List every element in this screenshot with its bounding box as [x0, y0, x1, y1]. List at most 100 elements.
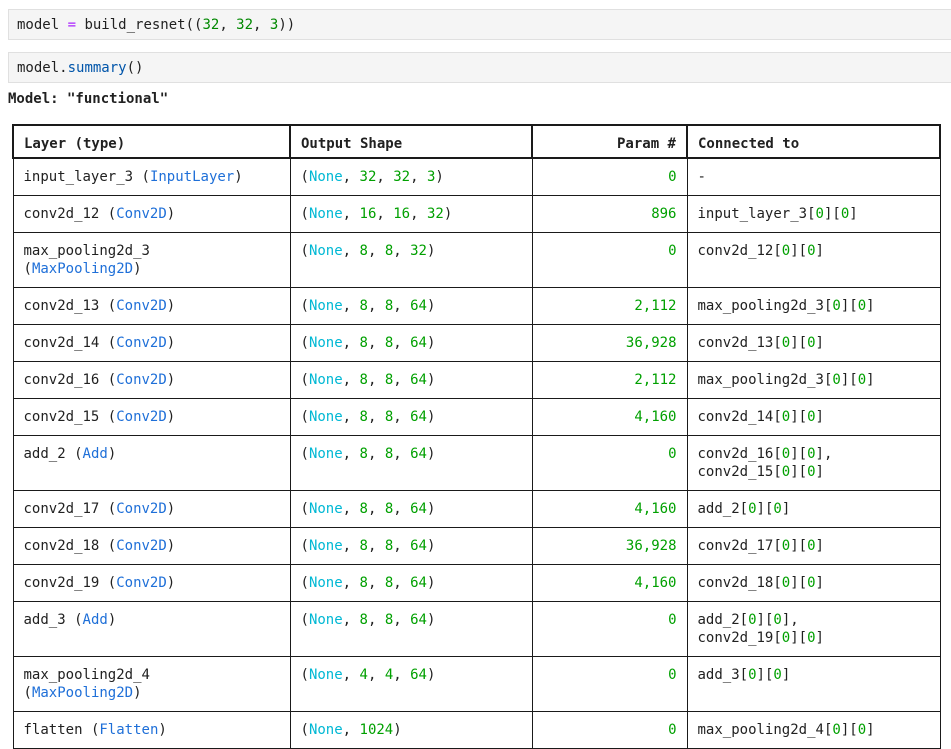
- layer-name: input_layer_3: [23, 169, 134, 185]
- shape-none: None: [308, 446, 343, 462]
- shape-dim: 32: [393, 169, 411, 185]
- layer-class: Add: [82, 612, 108, 628]
- connection-index: 0: [781, 409, 791, 425]
- connected-to-cell: -: [686, 157, 941, 196]
- shape-dim: 8: [384, 538, 394, 554]
- connection-index: 0: [832, 722, 841, 738]
- shape-dim: 32: [426, 206, 444, 222]
- connection-index: 0: [807, 464, 816, 480]
- table-row: add_2 (Add) (None, 8, 8, 64) 0 conv2d_16[0]…: [12, 435, 941, 491]
- param-count: 4,160: [634, 575, 677, 591]
- shape-dim: 8: [359, 298, 368, 314]
- connection-ref: max_pooling2d_3[0][0]: [697, 372, 875, 388]
- shape-none: None: [308, 243, 343, 259]
- table-row: input_layer_3 (InputLayer) (None, 32, 32,…: [12, 157, 941, 196]
- connection-index: 0: [807, 446, 816, 462]
- output-shape-cell: (None, 8, 8, 64): [289, 601, 533, 657]
- layer-type-cell: flatten (Flatten): [12, 711, 291, 749]
- table-row: conv2d_17 (Conv2D) (None, 8, 8, 64) 4,160 a…: [12, 490, 941, 528]
- table-row: flatten (Flatten) (None, 1024) 0 max_poolin…: [12, 711, 941, 749]
- code-cell-build-model[interactable]: model = build_resnet((32, 32, 3)): [8, 9, 951, 40]
- table-row: conv2d_19 (Conv2D) (None, 8, 8, 64) 4,160 c…: [12, 564, 941, 602]
- code-cell-model-summary[interactable]: model. summary(): [8, 52, 951, 83]
- shape-dim: 8: [384, 372, 394, 388]
- layer-type-cell: conv2d_17 (Conv2D): [12, 490, 291, 528]
- connected-to-cell: input_layer_3[0][0]: [686, 195, 941, 233]
- param-count-cell: 0: [531, 232, 688, 288]
- connected-to-cell: conv2d_14[0][0]: [686, 398, 941, 436]
- header-param-count: Param #: [531, 124, 688, 159]
- model-summary-table: Layer (type) Output Shape Param # Connec…: [12, 124, 941, 749]
- param-count-cell: 0: [531, 435, 688, 491]
- connection-ref: add_3[0][0]: [697, 667, 791, 683]
- table-row: add_3 (Add) (None, 8, 8, 64) 0 add_2[0][0],…: [12, 601, 941, 657]
- shape-dim: 8: [359, 409, 368, 425]
- param-count: 2,112: [634, 298, 677, 314]
- layer-class: Conv2D: [116, 575, 167, 591]
- layer-name: conv2d_12: [23, 206, 100, 222]
- connection-ref: input_layer_3[0][0]: [697, 206, 858, 222]
- layer-name: add_2: [23, 446, 66, 462]
- shape-dim: 8: [359, 612, 368, 628]
- connection-ref: max_pooling2d_3[0][0]: [697, 298, 875, 314]
- code-number: 32: [236, 16, 254, 33]
- param-count: 896: [651, 206, 677, 222]
- layer-name: conv2d_13: [23, 298, 100, 314]
- connection-index: 0: [840, 206, 850, 222]
- shape-dim: 32: [359, 169, 377, 185]
- shape-dim: 8: [384, 501, 394, 517]
- layer-type-cell: add_2 (Add): [12, 435, 291, 491]
- param-count-cell: 4,160: [531, 490, 688, 528]
- header-connected-to: Connected to: [686, 124, 941, 159]
- code-text: (): [126, 59, 144, 76]
- param-count-cell: 36,928: [531, 324, 688, 362]
- connection-ref: conv2d_13[0][0]: [697, 335, 824, 351]
- shape-none: None: [308, 335, 343, 351]
- param-count-cell: 0: [531, 656, 688, 712]
- connection-index: 0: [773, 501, 782, 517]
- output-shape-cell: (None, 8, 8, 64): [289, 490, 533, 528]
- connection-index: 0: [748, 667, 757, 683]
- layer-name: max_pooling2d_3: [23, 243, 150, 259]
- shape-dim: 3: [426, 169, 436, 185]
- connection-index: 0: [781, 335, 791, 351]
- shape-none: None: [308, 501, 343, 517]
- layer-type-cell: conv2d_13 (Conv2D): [12, 287, 291, 325]
- output-shape-cell: (None, 8, 8, 64): [289, 527, 533, 565]
- connected-to-cell: conv2d_16[0][0], conv2d_15[0][0]: [686, 435, 941, 491]
- connection-ref: add_2[0][0]: [697, 501, 791, 517]
- layer-class: Conv2D: [116, 335, 167, 351]
- layer-name: flatten: [23, 722, 83, 738]
- connection-index: 0: [857, 372, 867, 388]
- layer-name: conv2d_19: [23, 575, 100, 591]
- shape-dim: 64: [410, 409, 427, 425]
- table-header-row: Layer (type) Output Shape Param # Connec…: [12, 124, 941, 159]
- connected-to-cell: max_pooling2d_3[0][0]: [686, 287, 941, 325]
- output-shape-cell: (None, 4, 4, 64): [289, 656, 533, 712]
- param-count-cell: 36,928: [531, 527, 688, 565]
- connection-index: 0: [807, 243, 816, 259]
- shape-dim: 4: [359, 667, 368, 683]
- param-count-cell: 2,112: [531, 361, 688, 399]
- table-row: max_pooling2d_4 (MaxPooling2D) (None, 4, …: [12, 656, 941, 712]
- param-count: 0: [668, 169, 677, 185]
- connected-to-cell: conv2d_18[0][0]: [686, 564, 941, 602]
- shape-dim: 8: [359, 501, 368, 517]
- code-attribute: summary: [67, 59, 127, 76]
- code-text: ,: [219, 16, 237, 33]
- connection-ref: add_2[0][0],: [697, 612, 799, 628]
- layer-type-cell: conv2d_15 (Conv2D): [12, 398, 291, 436]
- connection-ref: conv2d_12[0][0]: [697, 243, 824, 259]
- connection-index: 0: [781, 575, 791, 591]
- layer-class: Conv2D: [116, 538, 167, 554]
- code-text: model: [17, 16, 68, 33]
- connection-index: 0: [807, 538, 816, 554]
- param-count: 4,160: [634, 501, 677, 517]
- connection-index: 0: [748, 612, 757, 628]
- table-row: conv2d_15 (Conv2D) (None, 8, 8, 64) 4,160 c…: [12, 398, 941, 436]
- shape-dim: 32: [410, 243, 427, 259]
- layer-type-cell: conv2d_19 (Conv2D): [12, 564, 291, 602]
- connection-index: 0: [807, 335, 816, 351]
- layer-type-cell: input_layer_3 (InputLayer): [12, 157, 291, 196]
- shape-none: None: [308, 612, 343, 628]
